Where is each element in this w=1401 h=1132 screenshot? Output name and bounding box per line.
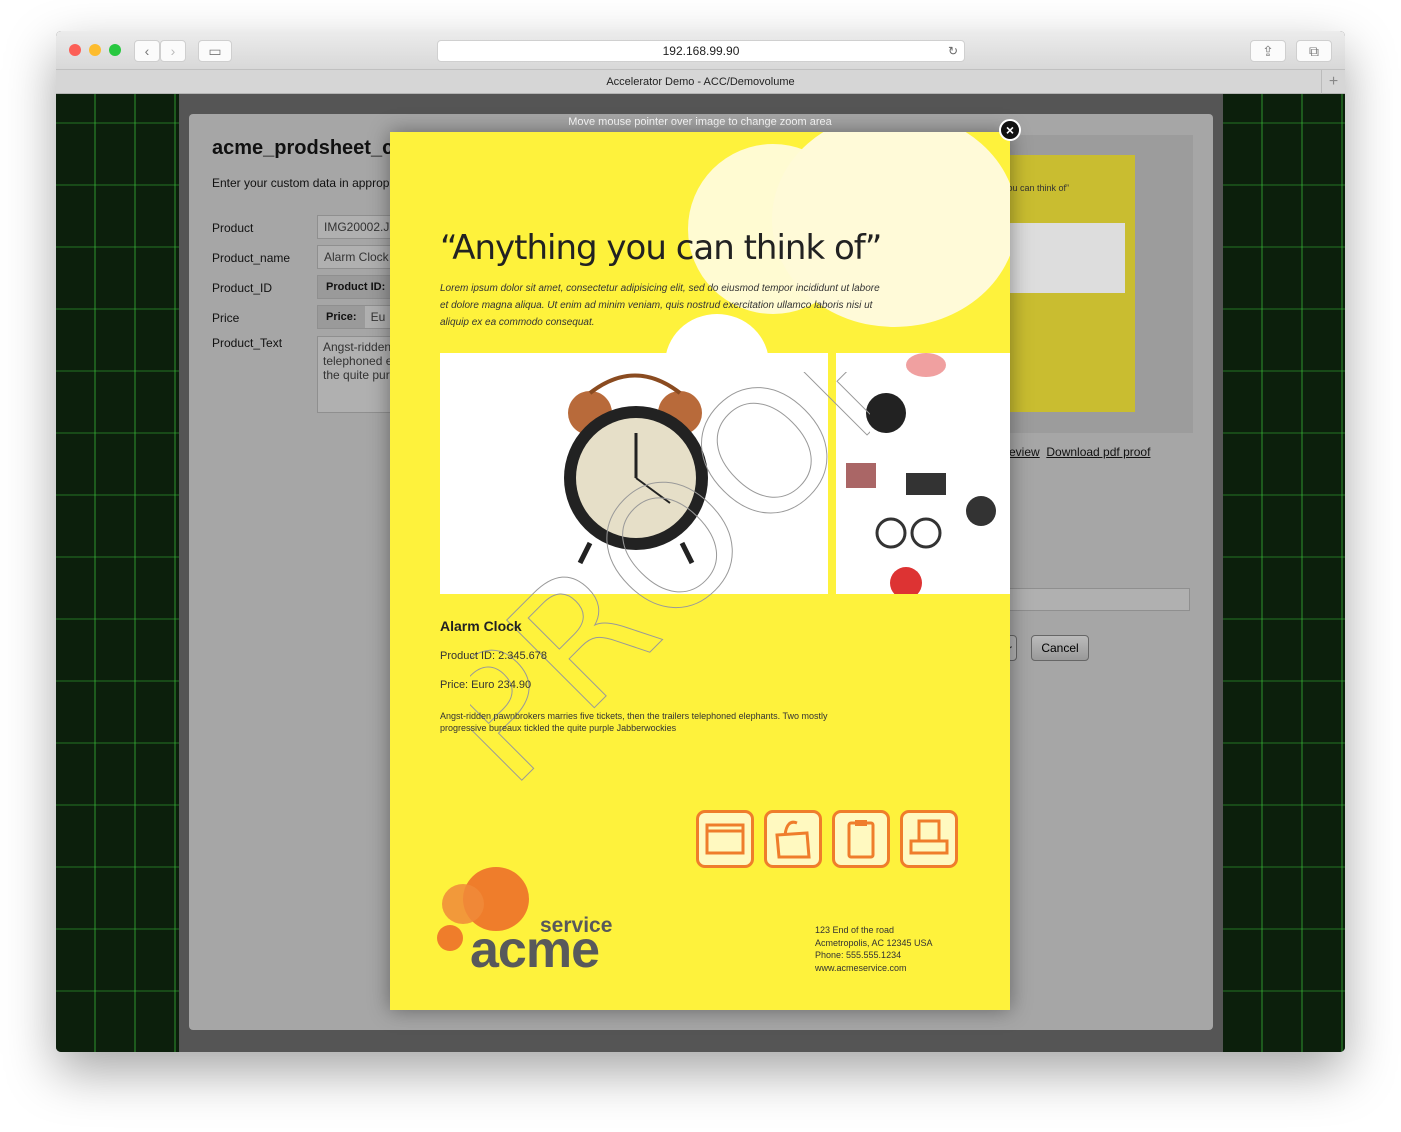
text-input[interactable] bbox=[1000, 588, 1190, 611]
product-name-label: Product_name bbox=[212, 251, 291, 265]
address-bar[interactable]: 192.168.99.90 ↻ bbox=[437, 40, 965, 62]
acme-logo: service acme bbox=[434, 862, 634, 982]
sheet-headline: “Anything you can think of” bbox=[440, 228, 882, 268]
address-line: Acmetropolis, AC 12345 USA bbox=[815, 937, 933, 948]
preview-link[interactable]: eview bbox=[1009, 445, 1040, 459]
preview-thumbnail[interactable]: you can think of” bbox=[1000, 155, 1135, 412]
download-pdf-proof-link[interactable]: Download pdf proof bbox=[1046, 445, 1150, 459]
page-title: acme_prodsheet_c bbox=[212, 137, 394, 159]
address-line: 123 End of the road bbox=[815, 925, 895, 935]
back-button[interactable]: ‹ bbox=[134, 40, 160, 62]
tab-title[interactable]: Accelerator Demo - ACC/Demovolume bbox=[606, 76, 794, 88]
sheet-lorem-text: Lorem ipsum dolor sit amet, consectetur … bbox=[440, 283, 880, 328]
price-input[interactable]: Eu bbox=[365, 306, 392, 328]
sidebar-toggle-icon[interactable]: ▭ bbox=[198, 40, 232, 62]
preview-frame: you can think of” bbox=[1000, 135, 1193, 433]
close-window-button[interactable] bbox=[69, 44, 81, 56]
printer-icon bbox=[900, 810, 958, 868]
sheet-product-name: Alarm Clock bbox=[440, 618, 522, 634]
reload-icon[interactable]: ↻ bbox=[948, 41, 958, 62]
tabs-overview-icon[interactable]: ⧉ bbox=[1296, 40, 1332, 62]
background-right bbox=[1223, 94, 1345, 1052]
shopping-bag-icon bbox=[764, 810, 822, 868]
sheet-description: Angst-ridden pawnbrokers marries five ti… bbox=[440, 711, 828, 733]
price-label: Price bbox=[212, 311, 240, 325]
browser-toolbar: ‹ › ▭ 192.168.99.90 ↻ ⇪ ⧉ bbox=[56, 31, 1345, 70]
sheet-address: 123 End of the road Acmetropolis, AC 123… bbox=[815, 924, 933, 974]
svg-text:PROOF: PROOF bbox=[470, 372, 870, 802]
zoom-hint: Move mouse pointer over image to change … bbox=[568, 116, 832, 128]
cancel-button[interactable]: Cancel bbox=[1031, 635, 1089, 661]
product-text-label: Product_Text bbox=[212, 336, 283, 350]
background-left bbox=[56, 94, 179, 1052]
browser-window-icon bbox=[696, 810, 754, 868]
url-text: 192.168.99.90 bbox=[662, 44, 740, 58]
clipboard-icon bbox=[832, 810, 890, 868]
new-tab-button[interactable]: + bbox=[1321, 70, 1345, 94]
address-website: www.acmeservice.com bbox=[815, 962, 907, 973]
tab-bar: Accelerator Demo - ACC/Demovolume + bbox=[56, 70, 1345, 94]
proof-watermark: PROOF bbox=[470, 372, 870, 802]
product-id-prefix: Product ID: bbox=[318, 276, 394, 298]
forward-button[interactable]: › bbox=[160, 40, 186, 62]
product-label: Product bbox=[212, 221, 254, 235]
sheet-price: Price: Euro 234.90 bbox=[440, 679, 532, 691]
share-icon[interactable]: ⇪ bbox=[1250, 40, 1286, 62]
minimize-window-button[interactable] bbox=[89, 44, 101, 56]
product-id-label: Product_ID bbox=[212, 281, 273, 295]
zoom-window-button[interactable] bbox=[109, 44, 121, 56]
zoomed-product-sheet[interactable]: “Anything you can think of” Lorem ipsum … bbox=[390, 132, 1010, 1010]
price-prefix: Price: bbox=[318, 306, 365, 328]
sheet-product-id: Product ID: 2.345.678 bbox=[440, 650, 548, 662]
address-phone: Phone: 555.555.1234 bbox=[815, 950, 902, 960]
close-zoom-button[interactable]: × bbox=[999, 119, 1021, 141]
page-subtitle: Enter your custom data in approp bbox=[212, 176, 390, 190]
